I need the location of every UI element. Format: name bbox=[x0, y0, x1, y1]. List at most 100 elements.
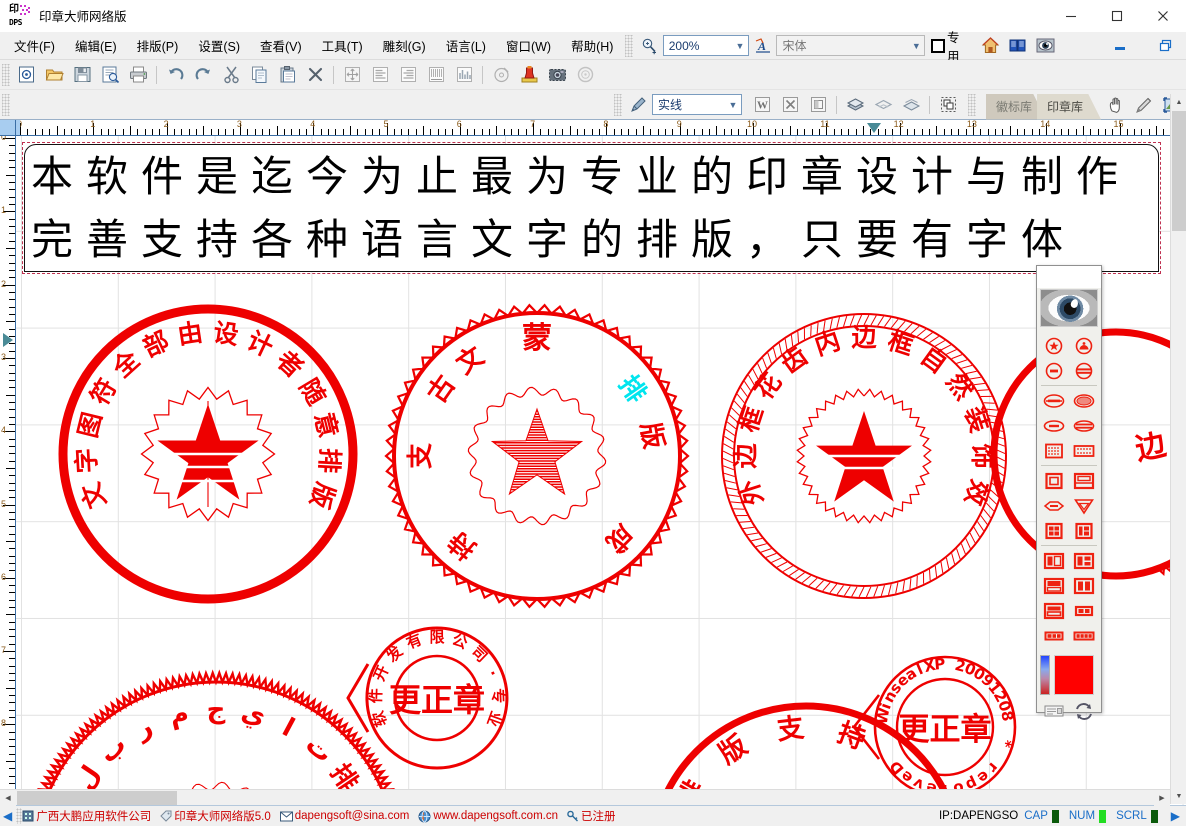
mdi-minimize-button[interactable] bbox=[1098, 30, 1143, 62]
vertical-ruler[interactable]: 0123456789 bbox=[0, 136, 16, 805]
camera-capture-button[interactable] bbox=[544, 63, 570, 87]
window-close-button[interactable] bbox=[1140, 0, 1186, 32]
menu-window[interactable]: 窗口(W) bbox=[496, 32, 561, 59]
status-product[interactable]: 印章大师网络版5.0 bbox=[160, 808, 271, 824]
powerpoint-export-button[interactable] bbox=[805, 93, 831, 117]
align-left-button[interactable] bbox=[367, 63, 393, 87]
document-canvas[interactable]: 本软件是迄今为止最为专业的印章设计与制作 完善支持各种语言文字的排版，只要有字体… bbox=[16, 136, 1186, 805]
status-expand-arrow[interactable]: ▶ bbox=[1171, 809, 1180, 823]
template-rect-corner-split[interactable] bbox=[1069, 548, 1099, 573]
chevron-down-icon[interactable]: ▼ bbox=[908, 36, 924, 55]
text-object-block[interactable]: 本软件是迄今为止最为专业的印章设计与制作 完善支持各种语言文字的排版，只要有字体 bbox=[24, 144, 1159, 272]
chevron-down-icon[interactable]: ▼ bbox=[725, 95, 741, 114]
menu-settings[interactable]: 设置(S) bbox=[188, 32, 250, 59]
save-as-button[interactable] bbox=[97, 63, 123, 87]
excel-export-button[interactable] bbox=[777, 93, 803, 117]
current-color-swatch[interactable] bbox=[1054, 655, 1094, 695]
window-minimize-button[interactable] bbox=[1048, 0, 1094, 32]
vertical-scrollbar[interactable]: ▲ ▼ bbox=[1170, 94, 1186, 804]
template-rect-top-split[interactable] bbox=[1039, 573, 1069, 598]
scroll-left-button[interactable]: ◀ bbox=[0, 790, 16, 806]
tab-seal-library[interactable]: 印章库 bbox=[1037, 94, 1101, 120]
menu-view[interactable]: 查看(V) bbox=[250, 32, 312, 59]
print-button[interactable] bbox=[125, 63, 151, 87]
list-view-icon[interactable] bbox=[1039, 699, 1069, 723]
redo-button[interactable] bbox=[190, 63, 216, 87]
stamp-round-bottom-arabic[interactable]: البرمجيات排版 bbox=[26, 664, 406, 805]
align-right-button[interactable] bbox=[395, 63, 421, 87]
histogram-button[interactable] bbox=[451, 63, 477, 87]
layers-front-button[interactable] bbox=[842, 93, 868, 117]
stamp-round-mongolian[interactable]: 蒙古文排版支持 成 bbox=[382, 303, 692, 609]
template-round-bar[interactable] bbox=[1039, 358, 1069, 383]
delete-button[interactable] bbox=[302, 63, 328, 87]
template-rect-vert-split[interactable] bbox=[1069, 573, 1099, 598]
template-square-quad[interactable] bbox=[1039, 518, 1069, 543]
line-style-combo[interactable]: 实线 ▼ bbox=[652, 94, 742, 115]
status-email[interactable]: dapengsoft@sina.com bbox=[279, 810, 409, 822]
template-triangle[interactable] bbox=[1069, 493, 1099, 518]
line-style-gripper[interactable] bbox=[614, 93, 622, 116]
vertical-scroll-thumb[interactable] bbox=[1172, 111, 1186, 231]
marquee-select-button[interactable] bbox=[935, 93, 961, 117]
refresh-icon[interactable] bbox=[1069, 699, 1099, 723]
font-family-combo[interactable]: 宋体 ▼ bbox=[776, 35, 926, 56]
open-file-button[interactable] bbox=[41, 63, 67, 87]
template-round-emblem[interactable] bbox=[1069, 333, 1099, 358]
status-collapse-arrow[interactable]: ◀ bbox=[3, 809, 12, 823]
template-diamond-ribbon[interactable] bbox=[1039, 493, 1069, 518]
eye-preview-icon[interactable] bbox=[1040, 289, 1098, 327]
home-icon[interactable] bbox=[977, 34, 1002, 58]
horizontal-scroll-thumb[interactable] bbox=[17, 791, 177, 805]
seal-template-palette[interactable] bbox=[1036, 265, 1102, 720]
horizontal-ruler[interactable]: 0123456789101112131415 bbox=[16, 120, 1186, 136]
template-oval-double-bar[interactable] bbox=[1069, 413, 1099, 438]
scroll-up-button[interactable]: ▲ bbox=[1171, 94, 1186, 110]
pencil-button[interactable] bbox=[1131, 93, 1157, 117]
template-rect-split[interactable] bbox=[1069, 468, 1099, 493]
template-square-frame[interactable] bbox=[1039, 468, 1069, 493]
window-maximize-button[interactable] bbox=[1094, 0, 1140, 32]
menu-edit[interactable]: 编辑(E) bbox=[65, 32, 127, 59]
copy-button[interactable] bbox=[246, 63, 272, 87]
font-style-tool-icon[interactable]: A bbox=[750, 34, 775, 58]
stamp-round-bottom-right[interactable]: 排版支持 bbox=[606, 676, 1006, 805]
menu-language[interactable]: 语言(L) bbox=[436, 32, 496, 59]
vertical-ruler-marker[interactable] bbox=[3, 332, 13, 347]
special-checkbox[interactable] bbox=[931, 38, 946, 53]
template-oval-text[interactable] bbox=[1039, 388, 1069, 413]
eye-preview-icon[interactable] bbox=[1032, 34, 1057, 58]
undo-button[interactable] bbox=[162, 63, 188, 87]
palette-title-bar[interactable] bbox=[1037, 266, 1101, 288]
horizontal-scrollbar[interactable]: ◀ ▶ bbox=[0, 789, 1170, 806]
menu-layout[interactable]: 排版(P) bbox=[127, 32, 189, 59]
chevron-down-icon[interactable]: ▼ bbox=[732, 36, 748, 55]
stamp-pad-button[interactable] bbox=[516, 63, 542, 87]
scroll-right-button[interactable]: ▶ bbox=[1154, 790, 1170, 806]
paste-button[interactable] bbox=[274, 63, 300, 87]
menu-engrave[interactable]: 雕刻(G) bbox=[373, 32, 436, 59]
menu-file[interactable]: 文件(F) bbox=[4, 32, 65, 59]
library-gripper[interactable] bbox=[968, 93, 976, 116]
save-file-button[interactable] bbox=[69, 63, 95, 87]
horizontal-ruler-marker[interactable] bbox=[866, 123, 881, 133]
manual-book-icon[interactable] bbox=[1005, 34, 1030, 58]
zoom-level-combo[interactable]: 200% ▼ bbox=[662, 35, 749, 56]
mdi-restore-button[interactable] bbox=[1143, 30, 1186, 62]
zoom-tool-icon[interactable] bbox=[636, 34, 661, 58]
zoom-toolbar-gripper[interactable] bbox=[625, 34, 634, 57]
template-oval-dotted[interactable] bbox=[1069, 388, 1099, 413]
template-rect-horiz-split[interactable] bbox=[1039, 598, 1069, 623]
secondary-toolbar-gripper[interactable] bbox=[2, 93, 10, 116]
pen-nib-icon[interactable] bbox=[625, 93, 651, 117]
layers-group-button[interactable] bbox=[898, 93, 924, 117]
template-rect-wide-dots[interactable] bbox=[1069, 438, 1099, 463]
distribute-button[interactable] bbox=[423, 63, 449, 87]
color-gradient-bar[interactable] bbox=[1040, 655, 1050, 695]
template-round-double-bar[interactable] bbox=[1069, 358, 1099, 383]
cut-button[interactable] bbox=[218, 63, 244, 87]
menu-help[interactable]: 帮助(H) bbox=[561, 32, 623, 59]
stamp-round-large-1[interactable]: 文字图符全部由设计者随意排版 bbox=[36, 304, 380, 604]
special-checkbox-wrap[interactable]: 专用 bbox=[931, 27, 971, 65]
align-center-button[interactable] bbox=[339, 63, 365, 87]
